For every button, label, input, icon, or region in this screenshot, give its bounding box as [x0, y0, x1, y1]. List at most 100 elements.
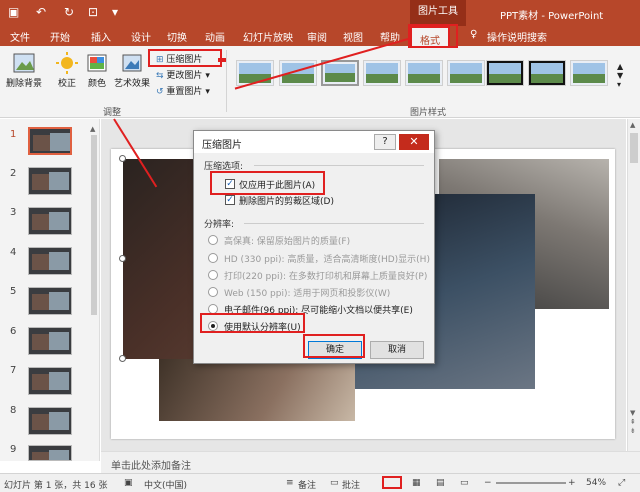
tab-slideshow[interactable]: 幻灯片放映 — [243, 29, 293, 44]
tell-me-search[interactable]: 操作说明搜索 — [487, 29, 547, 44]
resize-handle[interactable] — [119, 355, 126, 362]
status-bar: 幻灯片 第 1 张，共 16 张 ▣ 中文(中国) ≡ 备注 ▭ 批注 ▦ ▤ … — [0, 473, 640, 492]
annotation-box-ok — [303, 334, 365, 358]
chevron-down-icon: ▾ — [205, 71, 210, 81]
reset-picture-label: 重置图片 — [166, 87, 203, 97]
cancel-button[interactable]: 取消 — [370, 341, 424, 359]
slide-thumbnail-3[interactable] — [28, 207, 72, 235]
picture-style-4[interactable] — [363, 60, 401, 86]
zoom-level[interactable]: 54% — [586, 478, 606, 488]
sun-icon — [56, 52, 78, 74]
slide-thumbnail-9[interactable] — [28, 445, 72, 461]
notes-icon[interactable]: ≡ — [286, 478, 294, 488]
change-picture-button[interactable]: ⇆ 更改图片 ▾ — [156, 68, 210, 81]
fit-to-window-icon[interactable]: ⤢ — [618, 478, 625, 488]
notes-pane[interactable]: 单击此处添加备注 — [101, 451, 640, 473]
undo-icon[interactable]: ↶ — [36, 5, 46, 19]
scroll-up-icon[interactable]: ▲ — [630, 121, 635, 129]
slide-number: 3 — [10, 207, 17, 218]
slide-thumbnail-2[interactable] — [28, 167, 72, 195]
slide-thumbnail-4[interactable] — [28, 247, 72, 275]
slide-thumbnail-8[interactable] — [28, 407, 72, 435]
slide-number: 7 — [10, 365, 17, 376]
normal-view-icon[interactable] — [382, 476, 402, 489]
styles-scroll[interactable]: ▲ ▼ ▾ — [617, 62, 623, 89]
save-icon[interactable]: ▣ — [8, 5, 19, 19]
slide-thumbnail-6[interactable] — [28, 327, 72, 355]
reset-picture-button[interactable]: ↺ 重置图片 ▾ — [156, 84, 210, 97]
remove-background-button[interactable]: 删除背景 — [4, 52, 44, 89]
scroll-thumb[interactable] — [630, 133, 638, 163]
picture-style-8[interactable] — [528, 60, 566, 86]
corrections-label: 校正 — [57, 79, 76, 89]
artistic-effects-button[interactable]: 艺术效果 — [113, 52, 151, 89]
slide-number: 9 — [10, 444, 17, 455]
resolution-hifi-radio[interactable] — [208, 235, 218, 245]
customize-quick-access-icon[interactable]: ▾ — [112, 5, 118, 19]
document-title: PPT素材 - PowerPoint — [500, 11, 604, 22]
tab-view[interactable]: 视图 — [343, 29, 363, 44]
resolution-print-radio[interactable] — [208, 270, 218, 280]
resolution-hd-radio[interactable] — [208, 253, 218, 263]
resolution-web-radio[interactable] — [208, 287, 218, 297]
tab-transitions[interactable]: 切换 — [167, 29, 187, 44]
ribbon-tabs: 文件 开始 插入 设计 切换 动画 幻灯片放映 审阅 视图 帮助 格式 ♀ 操作… — [0, 26, 640, 48]
divider — [244, 223, 424, 224]
resize-handle[interactable] — [119, 255, 126, 262]
slide-number: 1 — [10, 129, 17, 140]
picture-style-6[interactable] — [447, 60, 485, 86]
tab-home[interactable]: 开始 — [50, 29, 70, 44]
picture-style-7[interactable] — [486, 60, 524, 86]
dialog-titlebar: 压缩图片 ? ✕ — [194, 131, 434, 153]
tab-file[interactable]: 文件 — [10, 29, 30, 44]
tab-animations[interactable]: 动画 — [205, 29, 225, 44]
title-bar: ▣ ↶ ↻ ⊡ ▾ 图片工具 PPT素材 - PowerPoint — [0, 0, 640, 26]
color-icon — [87, 54, 107, 72]
delete-cropped-checkbox[interactable]: ✓ — [225, 195, 235, 205]
spellcheck-icon[interactable]: ▣ — [124, 478, 133, 488]
zoom-slider[interactable] — [496, 482, 566, 484]
notes-toggle[interactable]: 备注 — [298, 478, 316, 491]
chevron-down-icon: ▾ — [205, 87, 210, 97]
comment-icon[interactable]: ▭ — [330, 478, 339, 488]
group-separator — [226, 50, 227, 112]
help-button[interactable]: ? — [374, 134, 396, 150]
color-button[interactable]: 颜色 — [84, 52, 110, 89]
corrections-button[interactable]: 校正 — [52, 52, 82, 89]
resolution-hifi-label: 高保真: 保留原始图片的质量(F) — [224, 237, 351, 247]
tab-design[interactable]: 设计 — [131, 29, 151, 44]
start-from-beginning-icon[interactable]: ⊡ — [88, 5, 98, 19]
artistic-effects-label: 艺术效果 — [113, 79, 150, 89]
picture-style-5[interactable] — [405, 60, 443, 86]
picture-style-9[interactable] — [570, 60, 608, 86]
language-status[interactable]: 中文(中国) — [144, 478, 187, 491]
picture-style-3[interactable] — [321, 60, 359, 86]
slide-scrollbar[interactable]: ▲ ▼ ⇞ ⇟ — [627, 119, 640, 451]
divider — [254, 165, 424, 166]
tab-insert[interactable]: 插入 — [91, 29, 111, 44]
slide-number: 8 — [10, 405, 17, 416]
picture-tools-context-title: 图片工具 — [410, 0, 466, 26]
slide-thumbnail-1[interactable] — [28, 127, 72, 155]
change-picture-label: 更改图片 — [166, 71, 203, 81]
comments-toggle[interactable]: 批注 — [342, 478, 360, 491]
slide-thumbnail-7[interactable] — [28, 367, 72, 395]
remove-background-icon — [13, 53, 35, 73]
tab-review[interactable]: 审阅 — [307, 29, 327, 44]
thumbnail-scrollbar[interactable]: ▲ — [90, 125, 98, 455]
scroll-up-icon[interactable]: ▲ — [90, 125, 98, 133]
resize-handle[interactable] — [119, 155, 126, 162]
reset-picture-icon: ↺ — [156, 87, 164, 97]
zoom-in-icon[interactable]: + — [568, 478, 576, 488]
scroll-thumb[interactable] — [91, 135, 97, 315]
slideshow-icon[interactable]: ▭ — [460, 478, 469, 488]
close-button[interactable]: ✕ — [399, 134, 429, 150]
remove-background-label: 删除背景 — [5, 79, 42, 89]
page-nav-icons[interactable]: ▼ ⇞ ⇟ — [630, 409, 636, 436]
zoom-out-icon[interactable]: − — [484, 478, 492, 488]
slide-thumbnail-pane: 1 2 3 4 5 6 7 8 9 — [0, 119, 100, 461]
reading-view-icon[interactable]: ▤ — [436, 478, 445, 488]
slide-sorter-icon[interactable]: ▦ — [412, 478, 421, 488]
slide-thumbnail-5[interactable] — [28, 287, 72, 315]
redo-icon[interactable]: ↻ — [64, 5, 74, 19]
